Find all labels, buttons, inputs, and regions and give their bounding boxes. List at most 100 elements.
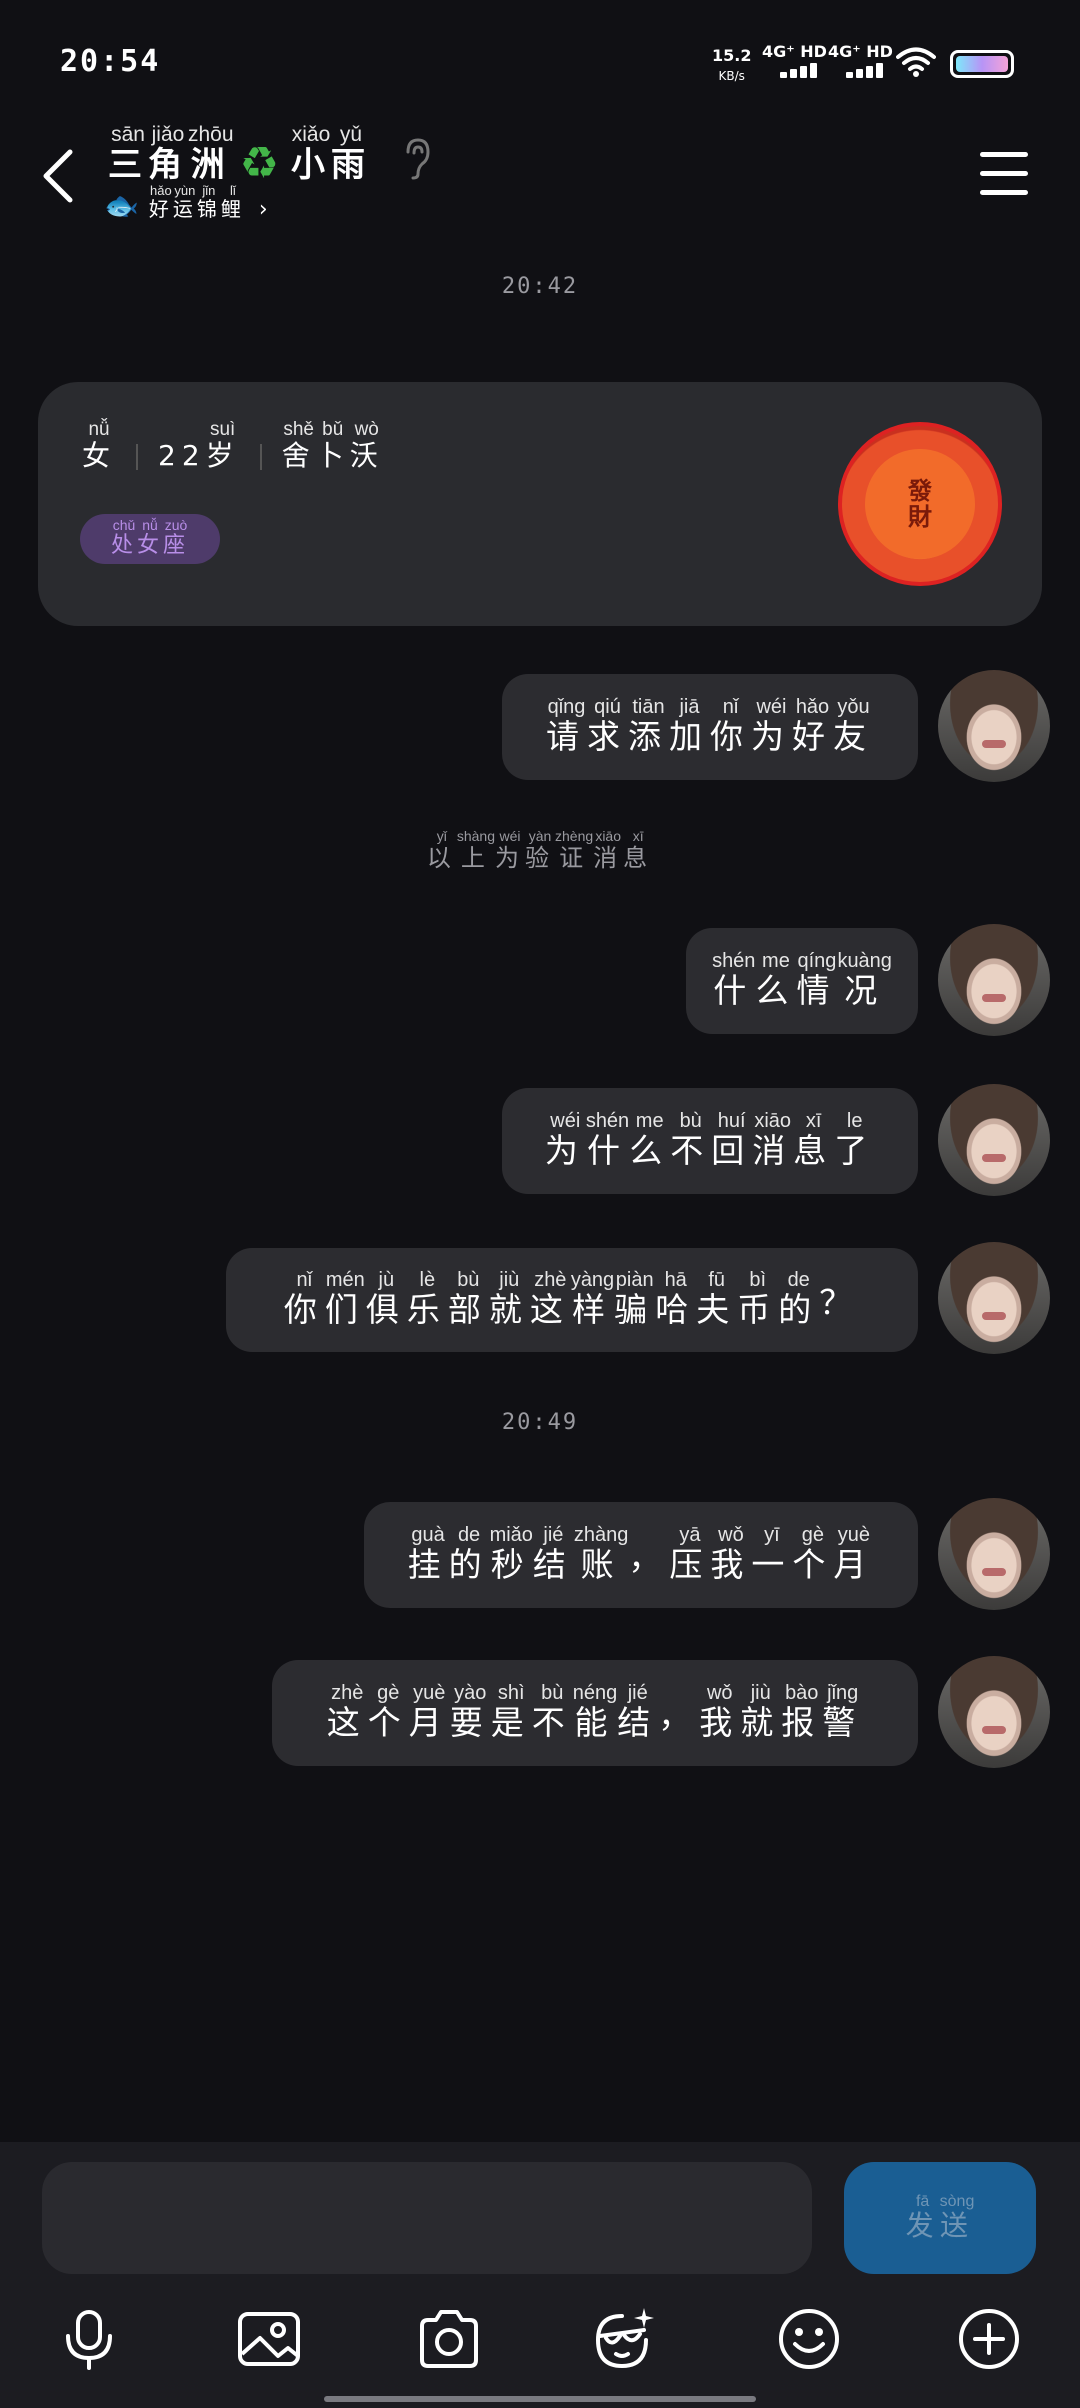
image-icon[interactable] <box>236 2306 302 2372</box>
ruby-char: 我wǒ <box>699 1681 741 1742</box>
menu-icon[interactable] <box>980 152 1028 196</box>
ruby-char: 个gè <box>367 1681 409 1742</box>
ruby-char: 发fā <box>905 2192 940 2242</box>
ruby-char: 秒miǎo <box>489 1523 533 1584</box>
ruby-char: 个gè <box>792 1523 834 1584</box>
ruby-char: ， <box>628 1538 670 1577</box>
avatar[interactable] <box>938 670 1050 782</box>
ruby-char: 女nǚ <box>82 419 117 472</box>
message-bubble[interactable]: 你nǐ 们mén 俱jù 乐lè 部bù 就jiù 这zhè 样yàng 骗piàn 哈hā 夫fū… <box>226 1248 918 1352</box>
ruby-char: 的de <box>448 1523 490 1584</box>
ruby-char: 乐lè <box>406 1268 448 1329</box>
ruby-char: 锦jǐn <box>196 183 221 221</box>
ruby-char: 们mén <box>324 1268 366 1329</box>
ruby-char: 送sòng <box>939 2192 975 2242</box>
ruby-char: 角jiǎo <box>148 123 188 185</box>
ruby-char: 不bù <box>531 1681 573 1742</box>
ruby-char: 月yuè <box>833 1523 875 1584</box>
avatar[interactable] <box>938 924 1050 1036</box>
message-bubble[interactable]: 什shén 么me 情qíng 况kuàng <box>686 928 918 1034</box>
ruby-char: 消xiāo <box>752 1109 794 1170</box>
message-bubble[interactable]: 为wéi 什shén 么me 不bù 回huí 消xiāo 息xī 了le <box>502 1088 918 1194</box>
profile-gender: 女nǚ <box>82 419 117 474</box>
ruby-char: 求qiú <box>587 695 628 756</box>
ruby-char: 沃wò <box>349 419 384 472</box>
avatar[interactable] <box>938 1084 1050 1196</box>
subtitle-text: 好hǎo运yùn锦jǐn鲤lǐ <box>149 183 245 222</box>
ruby-char: 骗piàn <box>614 1268 656 1329</box>
avatar[interactable] <box>938 1498 1050 1610</box>
camera-icon[interactable] <box>416 2306 482 2372</box>
recycle-icon: ♻ <box>239 138 285 189</box>
ruby-char: 账zhàng <box>573 1523 629 1584</box>
profile-info: 女nǚ 22岁suì 舍shě卜bǔ沃wò <box>82 419 384 474</box>
ruby-char: 的de <box>778 1268 820 1329</box>
network-speed: 15.2 KB/s <box>712 46 752 83</box>
ruby-char: 哈hā <box>655 1268 697 1329</box>
ruby-char: 警jǐng <box>822 1681 864 1742</box>
ruby-char: 岁suì <box>205 419 240 472</box>
ruby-char: 么me <box>629 1109 671 1170</box>
ruby-char: 一yī <box>751 1523 793 1584</box>
face-sparkle-icon[interactable] <box>592 2306 658 2372</box>
status-time: 20:54 <box>60 44 161 79</box>
ruby-char: 小xiǎo <box>291 123 331 185</box>
signal-1: 4G⁺ HD <box>762 42 827 78</box>
ruby-char: 消xiāo <box>593 828 624 872</box>
message-input[interactable] <box>42 2162 812 2274</box>
ruby-char: 俱jù <box>365 1268 407 1329</box>
plus-icon[interactable] <box>956 2306 1022 2372</box>
ruby-char: 月yuè <box>408 1681 450 1742</box>
ruby-char: 结jié <box>532 1523 574 1584</box>
gesture-bar[interactable] <box>324 2396 756 2402</box>
ruby-char: 请qǐng <box>546 695 587 756</box>
ruby-char: 什shén <box>585 1109 630 1170</box>
ruby-char: 女nǚ <box>136 517 163 558</box>
ruby-char: 息xī <box>793 1109 835 1170</box>
ruby-char: 币bì <box>737 1268 779 1329</box>
ruby-char: 这zhè <box>529 1268 571 1329</box>
ruby-char: 就jiù <box>488 1268 530 1329</box>
ruby-char: 洲zhōu <box>188 123 234 185</box>
ruby-char: 压yā <box>669 1523 711 1584</box>
ruby-char: 结jié <box>617 1681 659 1742</box>
ruby-char: ， <box>658 1696 700 1735</box>
avatar[interactable] <box>938 1656 1050 1768</box>
emoji-icon[interactable] <box>776 2306 842 2372</box>
message-bubble[interactable]: 挂guà 的de 秒miǎo 结jié 账zhàng，压yā 我wǒ 一yī 个gè 月yuè <box>364 1502 918 1608</box>
signal-bars-icon <box>846 63 893 78</box>
wifi-icon <box>896 47 936 77</box>
ruby-char: 舍shě <box>281 419 316 472</box>
ruby-char: 息xī <box>623 828 654 872</box>
profile-card[interactable]: 女nǚ 22岁suì 舍shě卜bǔ沃wò 处chǔ 女nǚ 座zuò 發 財 <box>38 382 1042 626</box>
ruby-char: 就jiù <box>740 1681 782 1742</box>
status-bar: 20:54 15.2 KB/s 4G⁺ HD 4G⁺ HD <box>0 0 1080 120</box>
chat-title[interactable]: 三sān 角jiǎo 洲zhōu ♻ 小xiǎo 雨yǔ <box>108 123 371 189</box>
ruby-char: 为wéi <box>751 695 792 756</box>
ruby-char: 上shàng <box>456 828 495 872</box>
ruby-char: 你nǐ <box>710 695 751 756</box>
back-arrow-icon[interactable] <box>36 146 86 206</box>
ruby-char: 夫fū <box>696 1268 738 1329</box>
ruby-char: 添tiān <box>628 695 669 756</box>
message-bubble[interactable]: 这zhè 个gè 月yuè 要yào 是shì 不bù 能néng 结jié，我wǒ 就jiù 报… <box>272 1660 918 1766</box>
ear-icon[interactable] <box>400 136 436 180</box>
ruby-char: 为wéi <box>495 828 525 872</box>
zodiac-tag: 处chǔ 女nǚ 座zuò <box>80 514 220 564</box>
send-button[interactable]: 发fā 送sòng <box>844 2162 1036 2274</box>
message-bubble[interactable]: 请qǐng 求qiú 添tiān 加jiā 你nǐ 为wéi 好hǎo 友yǒu <box>502 674 918 780</box>
ruby-char: 这zhè <box>326 1681 368 1742</box>
avatar[interactable] <box>938 1242 1050 1354</box>
ruby-char: ？ <box>819 1283 861 1322</box>
microphone-icon[interactable] <box>56 2306 122 2372</box>
ruby-char: 你nǐ <box>283 1268 325 1329</box>
ruby-char: 验yàn <box>525 828 555 872</box>
ruby-char: 不bù <box>670 1109 712 1170</box>
ruby-char: 座zuò <box>163 517 190 558</box>
ruby-char: 报bào <box>781 1681 823 1742</box>
ruby-char: 运yùn <box>172 183 197 221</box>
ruby-char: 鲤lǐ <box>220 183 245 221</box>
ruby-char: 是shì <box>490 1681 532 1742</box>
subtitle-link[interactable]: 🐟 好hǎo运yùn锦jǐn鲤lǐ › <box>104 183 272 222</box>
fortune-sticker: 發 財 <box>838 422 1002 586</box>
